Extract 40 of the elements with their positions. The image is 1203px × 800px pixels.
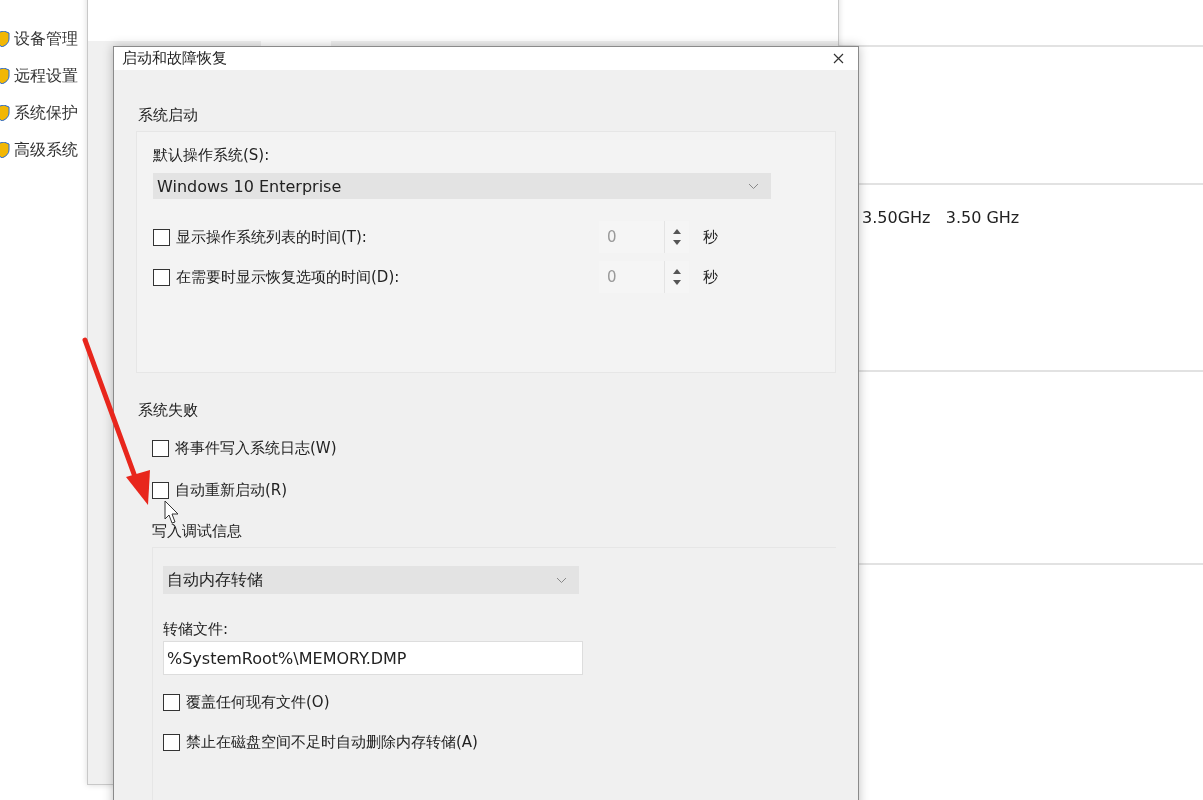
checkbox[interactable] bbox=[152, 481, 169, 499]
checkbox-label: 显示操作系统列表的时间(T): bbox=[176, 227, 367, 247]
sidebar-link[interactable]: 系统保护 bbox=[14, 102, 78, 124]
mouse-pointer-icon bbox=[164, 500, 180, 524]
unit-label: 秒 bbox=[703, 227, 718, 247]
spin-up-icon[interactable] bbox=[673, 269, 681, 274]
sidebar-link[interactable]: 高级系统 bbox=[14, 139, 78, 161]
field-label: 转储文件: bbox=[163, 620, 230, 639]
sidebar-link[interactable]: 远程设置 bbox=[14, 65, 78, 87]
unit-label: 秒 bbox=[703, 267, 718, 287]
checkbox[interactable] bbox=[163, 693, 180, 711]
close-icon bbox=[833, 53, 844, 64]
spin-down-icon[interactable] bbox=[673, 240, 681, 245]
checkbox[interactable] bbox=[153, 228, 170, 246]
group-title: 系统启动 bbox=[138, 106, 199, 125]
checkbox-label: 自动重新启动(R) bbox=[175, 480, 288, 500]
spin-up-icon[interactable] bbox=[673, 229, 681, 234]
shield-icon bbox=[0, 142, 10, 158]
dump-file-field[interactable]: %SystemRoot%\MEMORY.DMP bbox=[163, 641, 583, 675]
shield-icon bbox=[0, 105, 10, 121]
checkbox-label: 将事件写入系统日志(W) bbox=[175, 438, 337, 458]
spin-down-icon[interactable] bbox=[673, 280, 681, 285]
field-label: 默认操作系统(S): bbox=[153, 146, 271, 165]
chevron-down-icon bbox=[556, 576, 567, 584]
checkbox-label: 覆盖任何现有文件(O) bbox=[186, 692, 330, 712]
dump-type-dropdown[interactable]: 自动内存转储 bbox=[163, 566, 579, 594]
checkbox-label: 禁止在磁盘空间不足时自动删除内存转储(A) bbox=[186, 732, 478, 752]
checkbox[interactable] bbox=[152, 439, 169, 457]
group-title: 系统失败 bbox=[138, 401, 199, 420]
chevron-down-icon bbox=[748, 182, 759, 190]
shield-icon bbox=[0, 31, 10, 47]
checkbox[interactable] bbox=[163, 733, 180, 751]
shield-icon bbox=[0, 68, 10, 84]
dialog-title: 启动和故障恢复 bbox=[122, 49, 227, 68]
os-dropdown[interactable]: Windows 10 Enterprise bbox=[153, 173, 771, 199]
sidebar-link[interactable]: 设备管理 bbox=[14, 28, 78, 50]
processor-speed: 3.50GHz 3.50 GHz bbox=[862, 208, 1020, 227]
group-title: 写入调试信息 bbox=[152, 522, 242, 541]
checkbox-label: 在需要时显示恢复选项的时间(D): bbox=[176, 267, 400, 287]
checkbox[interactable] bbox=[153, 268, 170, 286]
